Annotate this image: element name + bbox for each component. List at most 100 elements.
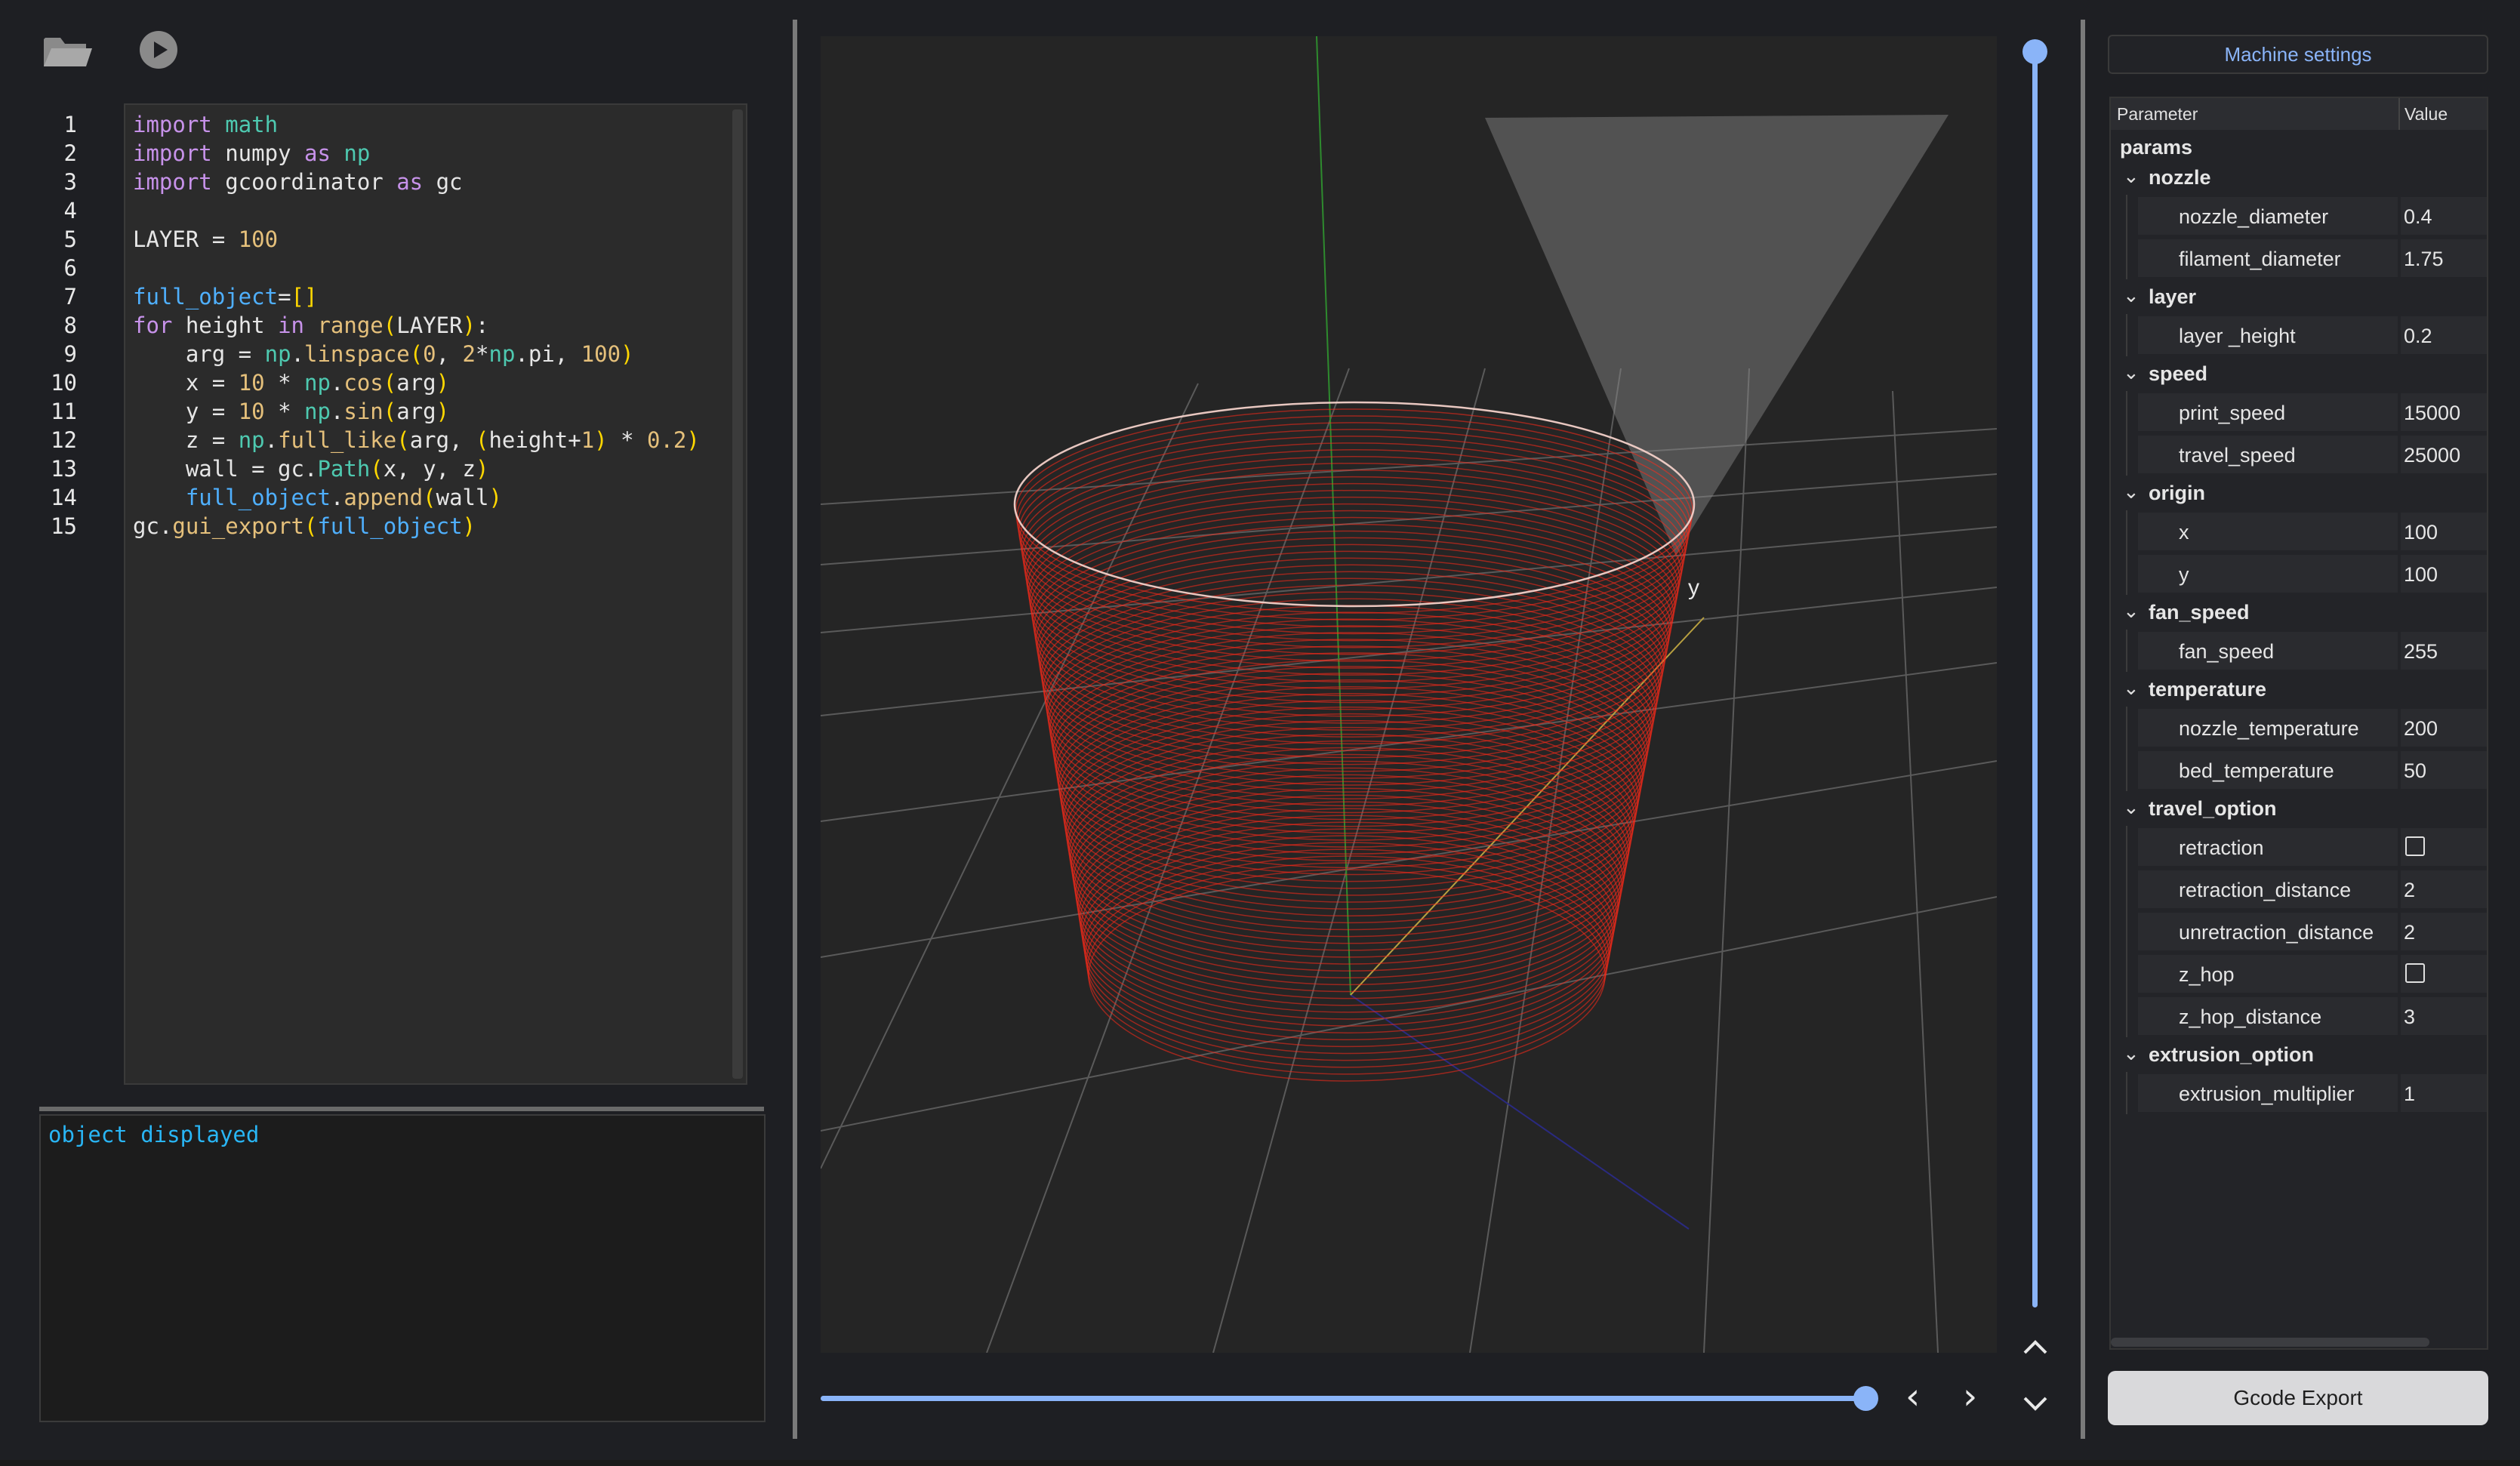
param-row[interactable]: z_hop_distance 3 xyxy=(2111,995,2487,1037)
status-strip xyxy=(0,1460,2520,1466)
chevron-down-icon[interactable]: ⌄ xyxy=(2123,676,2140,700)
param-value[interactable]: 0.2 xyxy=(2404,325,2432,348)
grid-line xyxy=(1703,368,1750,1354)
tree-guide-line xyxy=(2126,826,2127,1037)
group-extrusion-option[interactable]: ⌄ extrusion_option xyxy=(2111,1037,2487,1072)
param-row[interactable]: unretraction_distance 2 xyxy=(2111,910,2487,953)
param-value[interactable]: 0.4 xyxy=(2404,205,2432,229)
chevron-down-icon[interactable]: ⌄ xyxy=(2123,796,2140,819)
param-value[interactable]: 200 xyxy=(2404,717,2438,741)
param-name: z_hop_distance xyxy=(2179,1006,2322,1028)
code-line: import math xyxy=(133,112,279,137)
param-row[interactable]: extrusion_multiplier 1 xyxy=(2111,1072,2487,1114)
param-value[interactable]: 1 xyxy=(2404,1083,2415,1106)
layer-slider-track[interactable] xyxy=(2032,50,2038,1307)
chevron-down-icon[interactable]: ⌄ xyxy=(2123,1042,2140,1065)
chevron-down-icon[interactable]: ⌄ xyxy=(2123,284,2140,307)
layer-path xyxy=(1024,462,1684,669)
param-value[interactable]: 2 xyxy=(2404,879,2415,902)
param-row[interactable]: retraction xyxy=(2111,826,2487,868)
table-header: Parameter Value xyxy=(2111,98,2487,130)
play-icon[interactable] xyxy=(139,30,178,69)
gcode-export-button[interactable]: Gcode Export xyxy=(2108,1371,2488,1425)
param-row[interactable]: y 100 xyxy=(2111,553,2487,595)
param-row[interactable]: print_speed 15000 xyxy=(2111,391,2487,433)
group-origin[interactable]: ⌄ origin xyxy=(2111,476,2487,510)
right-splitter[interactable] xyxy=(2081,20,2085,1439)
chevron-down-icon[interactable]: ⌄ xyxy=(2123,165,2140,188)
step-slider-handle[interactable] xyxy=(1853,1386,1878,1411)
group-label: travel_option xyxy=(2149,797,2277,820)
console-divider[interactable] xyxy=(39,1107,764,1111)
table-horizontal-scrollbar[interactable] xyxy=(2111,1338,2429,1347)
layer-path xyxy=(1061,699,1638,910)
layer-path xyxy=(1019,436,1689,642)
chevron-down-icon[interactable]: ⌄ xyxy=(2123,480,2140,504)
param-row[interactable]: x 100 xyxy=(2111,510,2487,553)
chevron-down-icon[interactable]: ⌄ xyxy=(2123,361,2140,384)
param-value[interactable]: 100 xyxy=(2404,521,2438,544)
param-row[interactable]: fan_speed 255 xyxy=(2111,630,2487,672)
machine-settings-button[interactable]: Machine settings xyxy=(2108,35,2488,74)
param-name: print_speed xyxy=(2179,402,2286,424)
layer-path xyxy=(1022,456,1685,662)
code-content[interactable]: import math import numpy as np import gcoo… xyxy=(133,110,700,541)
group-label: speed xyxy=(2149,362,2208,385)
param-row[interactable]: bed_temperature 50 xyxy=(2111,749,2487,791)
layer-path xyxy=(1064,719,1634,931)
param-value[interactable]: 255 xyxy=(2404,640,2438,664)
editor-scrollbar[interactable] xyxy=(732,109,743,1079)
param-row[interactable]: filament_diameter 1.75 xyxy=(2111,237,2487,279)
chevron-up-icon[interactable] xyxy=(2022,1338,2049,1360)
layer-path xyxy=(1066,733,1631,944)
line-number-gutter: 1 2 3 4 5 6 7 8 9 10 11 12 13 14 15 xyxy=(45,110,98,541)
grid-line xyxy=(820,428,1998,505)
tree-guide-line xyxy=(2126,195,2127,279)
param-value[interactable]: 3 xyxy=(2404,1006,2415,1029)
param-row[interactable]: nozzle_diameter 0.4 xyxy=(2111,195,2487,237)
retraction-checkbox[interactable] xyxy=(2405,836,2425,856)
param-name: filament_diameter xyxy=(2179,248,2341,270)
group-speed[interactable]: ⌄ speed xyxy=(2111,356,2487,391)
param-name: travel_speed xyxy=(2179,444,2296,467)
z-hop-checkbox[interactable] xyxy=(2405,963,2425,983)
param-row[interactable]: layer _height 0.2 xyxy=(2111,314,2487,356)
layer-slider-handle[interactable] xyxy=(2022,39,2047,64)
param-value[interactable]: 25000 xyxy=(2404,444,2460,467)
group-label: fan_speed xyxy=(2149,601,2250,624)
param-row[interactable]: travel_speed 25000 xyxy=(2111,433,2487,476)
left-splitter[interactable] xyxy=(793,20,797,1439)
param-name: bed_temperature xyxy=(2179,759,2334,782)
param-value[interactable]: 15000 xyxy=(2404,402,2460,425)
chevron-down-icon[interactable]: ⌄ xyxy=(2123,599,2140,623)
step-slider-track[interactable] xyxy=(821,1396,1865,1401)
code-line: full_object=[] xyxy=(133,284,318,310)
chevron-down-icon[interactable] xyxy=(2022,1395,2049,1417)
tree-guide-line xyxy=(2126,1072,2127,1114)
code-line: import numpy as np xyxy=(133,140,371,166)
group-travel-option[interactable]: ⌄ travel_option xyxy=(2111,791,2487,826)
3d-viewport[interactable]: y xyxy=(820,35,1998,1354)
line-number: 8 xyxy=(63,313,77,338)
tree-guide-line xyxy=(2126,510,2127,595)
group-fan-speed[interactable]: ⌄ fan_speed xyxy=(2111,595,2487,630)
param-row[interactable]: z_hop xyxy=(2111,953,2487,995)
code-line: LAYER = 100 xyxy=(133,226,279,252)
line-number: 10 xyxy=(51,370,77,396)
param-row[interactable]: retraction_distance 2 xyxy=(2111,868,2487,910)
folder-open-icon[interactable] xyxy=(42,33,94,69)
layer-path xyxy=(1060,693,1640,903)
chevron-left-icon[interactable]: ‹ xyxy=(1905,1378,1920,1415)
group-nozzle[interactable]: ⌄ nozzle xyxy=(2111,160,2487,195)
chevron-right-icon[interactable]: › xyxy=(1963,1378,1977,1415)
param-value[interactable]: 1.75 xyxy=(2404,248,2444,271)
param-value[interactable]: 2 xyxy=(2404,921,2415,944)
print-path-layers xyxy=(1013,401,1696,1082)
group-layer[interactable]: ⌄ layer xyxy=(2111,279,2487,314)
group-temperature[interactable]: ⌄ temperature xyxy=(2111,672,2487,707)
param-value[interactable]: 100 xyxy=(2404,563,2438,587)
param-value[interactable]: 50 xyxy=(2404,759,2426,783)
param-row[interactable]: nozzle_temperature 200 xyxy=(2111,707,2487,749)
